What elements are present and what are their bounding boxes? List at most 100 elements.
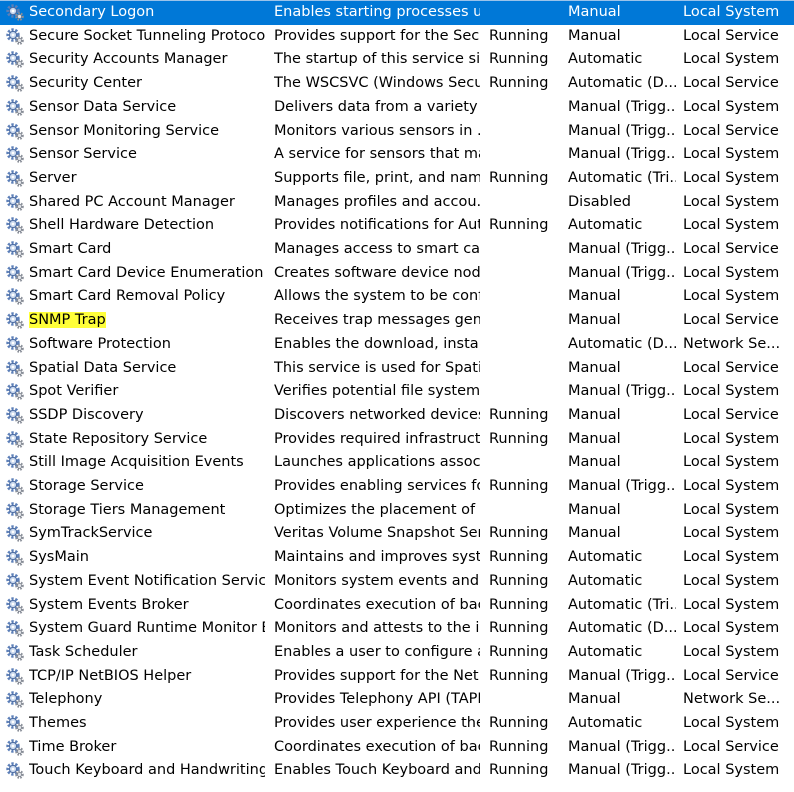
table-row[interactable]: Secondary Logon Enables starting processe… — [0, 1, 794, 25]
service-status — [489, 120, 561, 144]
service-description: Monitors and attests to the i... — [274, 620, 480, 637]
service-log-on-as: Network Se... — [683, 335, 781, 352]
service-startup-type: Manual — [568, 501, 621, 518]
service-status — [489, 499, 561, 523]
service-status — [489, 380, 561, 404]
service-status — [489, 333, 561, 357]
service-log-on-as: Local Service — [683, 27, 779, 44]
gear-icon — [5, 404, 27, 428]
service-log-on-as: Local System — [683, 217, 780, 234]
gear-icon — [5, 167, 27, 191]
service-status: Running — [489, 715, 549, 731]
service-description: Coordinates execution of bac... — [274, 596, 480, 613]
table-row[interactable]: Spatial Data Service This service is used… — [0, 357, 794, 381]
table-row[interactable]: Smart Card Device Enumeration Se... Creat… — [0, 262, 794, 286]
service-log-on-as: Local System — [683, 169, 780, 186]
table-row[interactable]: SSDP Discovery Discovers networked device… — [0, 404, 794, 428]
service-name: Secondary Logon — [29, 4, 155, 20]
service-name: System Event Notification Service — [29, 572, 265, 589]
service-log-on-as: Local System — [683, 478, 780, 494]
gear-icon — [5, 309, 27, 333]
service-status: Running — [489, 738, 549, 755]
service-status — [489, 143, 561, 167]
gear-icon — [5, 333, 27, 357]
service-description: A service for sensors that ma... — [274, 146, 480, 163]
table-row[interactable]: Storage Service Provides enabling service… — [0, 475, 794, 499]
service-log-on-as: Local System — [683, 51, 780, 68]
table-row[interactable]: Software Protection Enables the download,… — [0, 333, 794, 357]
table-row[interactable]: Telephony Provides Telephony API (TAPI)..… — [0, 688, 794, 712]
table-row[interactable]: State Repository Service Provides require… — [0, 428, 794, 452]
table-row[interactable]: System Guard Runtime Monitor Br... Monito… — [0, 617, 794, 641]
service-name: Time Broker — [29, 738, 117, 755]
table-row[interactable]: Storage Tiers Management Optimizes the pl… — [0, 499, 794, 523]
service-log-on-as: Local System — [683, 525, 780, 542]
service-startup-type: Manual — [568, 359, 621, 376]
table-row[interactable]: Shell Hardware Detection Provides notific… — [0, 214, 794, 238]
table-row[interactable]: Security Accounts Manager The startup of … — [0, 48, 794, 72]
table-row[interactable]: System Event Notification Service Monitor… — [0, 570, 794, 594]
service-description: The WSCSVC (Windows Secur... — [274, 75, 480, 92]
service-name: Software Protection — [29, 335, 171, 352]
service-description: Manages access to smart car... — [274, 241, 480, 257]
service-startup-type: Manual (Trigg... — [568, 146, 676, 163]
service-description: This service is used for Spatia... — [274, 359, 480, 376]
service-status: Running — [489, 27, 549, 44]
service-startup-type: Automatic — [568, 217, 643, 234]
service-log-on-as: Local Service — [683, 241, 779, 257]
table-row[interactable]: SNMP Trap Receives trap messages gene... M… — [0, 309, 794, 333]
service-startup-type: Automatic — [568, 51, 643, 68]
service-startup-type: Manual — [568, 430, 621, 447]
table-row[interactable]: System Events Broker Coordinates executio… — [0, 594, 794, 618]
table-row[interactable]: Sensor Service A service for sensors that… — [0, 143, 794, 167]
table-row[interactable]: Shared PC Account Manager Manages profile… — [0, 191, 794, 215]
service-startup-type: Manual — [568, 288, 621, 305]
service-description: Enables the download, install... — [274, 335, 480, 352]
table-row[interactable]: TCP/IP NetBIOS Helper Provides support fo… — [0, 665, 794, 689]
table-row[interactable]: Sensor Monitoring Service Monitors variou… — [0, 120, 794, 144]
service-status — [489, 1, 561, 25]
services-list[interactable]: Secondary Logon Enables starting processe… — [0, 0, 794, 792]
service-name: System Events Broker — [29, 596, 189, 613]
service-status — [489, 285, 561, 309]
table-row[interactable]: Security Center The WSCSVC (Windows Secur… — [0, 72, 794, 96]
service-name-cell: Sensor Service — [29, 143, 265, 167]
gear-icon — [5, 759, 27, 783]
service-name-cell: System Events Broker — [29, 594, 265, 618]
service-name-cell: Spot Verifier — [29, 380, 265, 404]
service-startup-type: Automatic — [568, 549, 643, 566]
service-description: Supports file, print, and nam... — [274, 169, 480, 186]
service-name-cell: Time Broker — [29, 736, 265, 760]
service-name-cell: Telephony — [29, 688, 265, 712]
service-log-on-as: Local Service — [683, 312, 779, 329]
service-log-on-as: Local System — [683, 98, 780, 115]
table-row[interactable]: Secure Socket Tunneling Protocol ... Prov… — [0, 25, 794, 49]
service-name: Spot Verifier — [29, 383, 119, 400]
gear-icon — [5, 48, 27, 72]
table-row[interactable]: Server Supports file, print, and nam... Ru… — [0, 167, 794, 191]
service-name: Sensor Service — [29, 146, 137, 163]
service-name-cell: Task Scheduler — [29, 641, 265, 665]
service-log-on-as: Local System — [683, 620, 780, 637]
table-row[interactable]: Smart Card Manages access to smart car...… — [0, 238, 794, 262]
service-startup-type: Manual — [568, 406, 621, 423]
service-log-on-as: Local System — [683, 572, 780, 589]
service-name-cell: SymTrackService — [29, 522, 265, 546]
table-row[interactable]: SymTrackService Veritas Volume Snapshot S… — [0, 522, 794, 546]
table-row[interactable]: Task Scheduler Enables a user to configur… — [0, 641, 794, 665]
table-row[interactable]: SysMain Maintains and improves syst... Run… — [0, 546, 794, 570]
service-description: Veritas Volume Snapshot Ser... — [274, 525, 480, 542]
service-status: Running — [489, 572, 549, 589]
service-description: Discovers networked devices ... — [274, 406, 480, 423]
service-name: Storage Tiers Management — [29, 501, 226, 518]
table-row[interactable]: Still Image Acquisition Events Launches a… — [0, 451, 794, 475]
table-row[interactable]: Time Broker Coordinates execution of bac.… — [0, 736, 794, 760]
gear-icon — [5, 665, 27, 689]
table-row[interactable]: Sensor Data Service Delivers data from a … — [0, 96, 794, 120]
gear-icon — [5, 736, 27, 760]
table-row[interactable]: Spot Verifier Verifies potential file sys… — [0, 380, 794, 404]
table-row[interactable]: Smart Card Removal Policy Allows the syst… — [0, 285, 794, 309]
service-description: Delivers data from a variety o... — [274, 98, 480, 115]
table-row[interactable]: Touch Keyboard and Handwriting ... Enable… — [0, 759, 794, 783]
table-row[interactable]: Themes Provides user experience the... Run… — [0, 712, 794, 736]
